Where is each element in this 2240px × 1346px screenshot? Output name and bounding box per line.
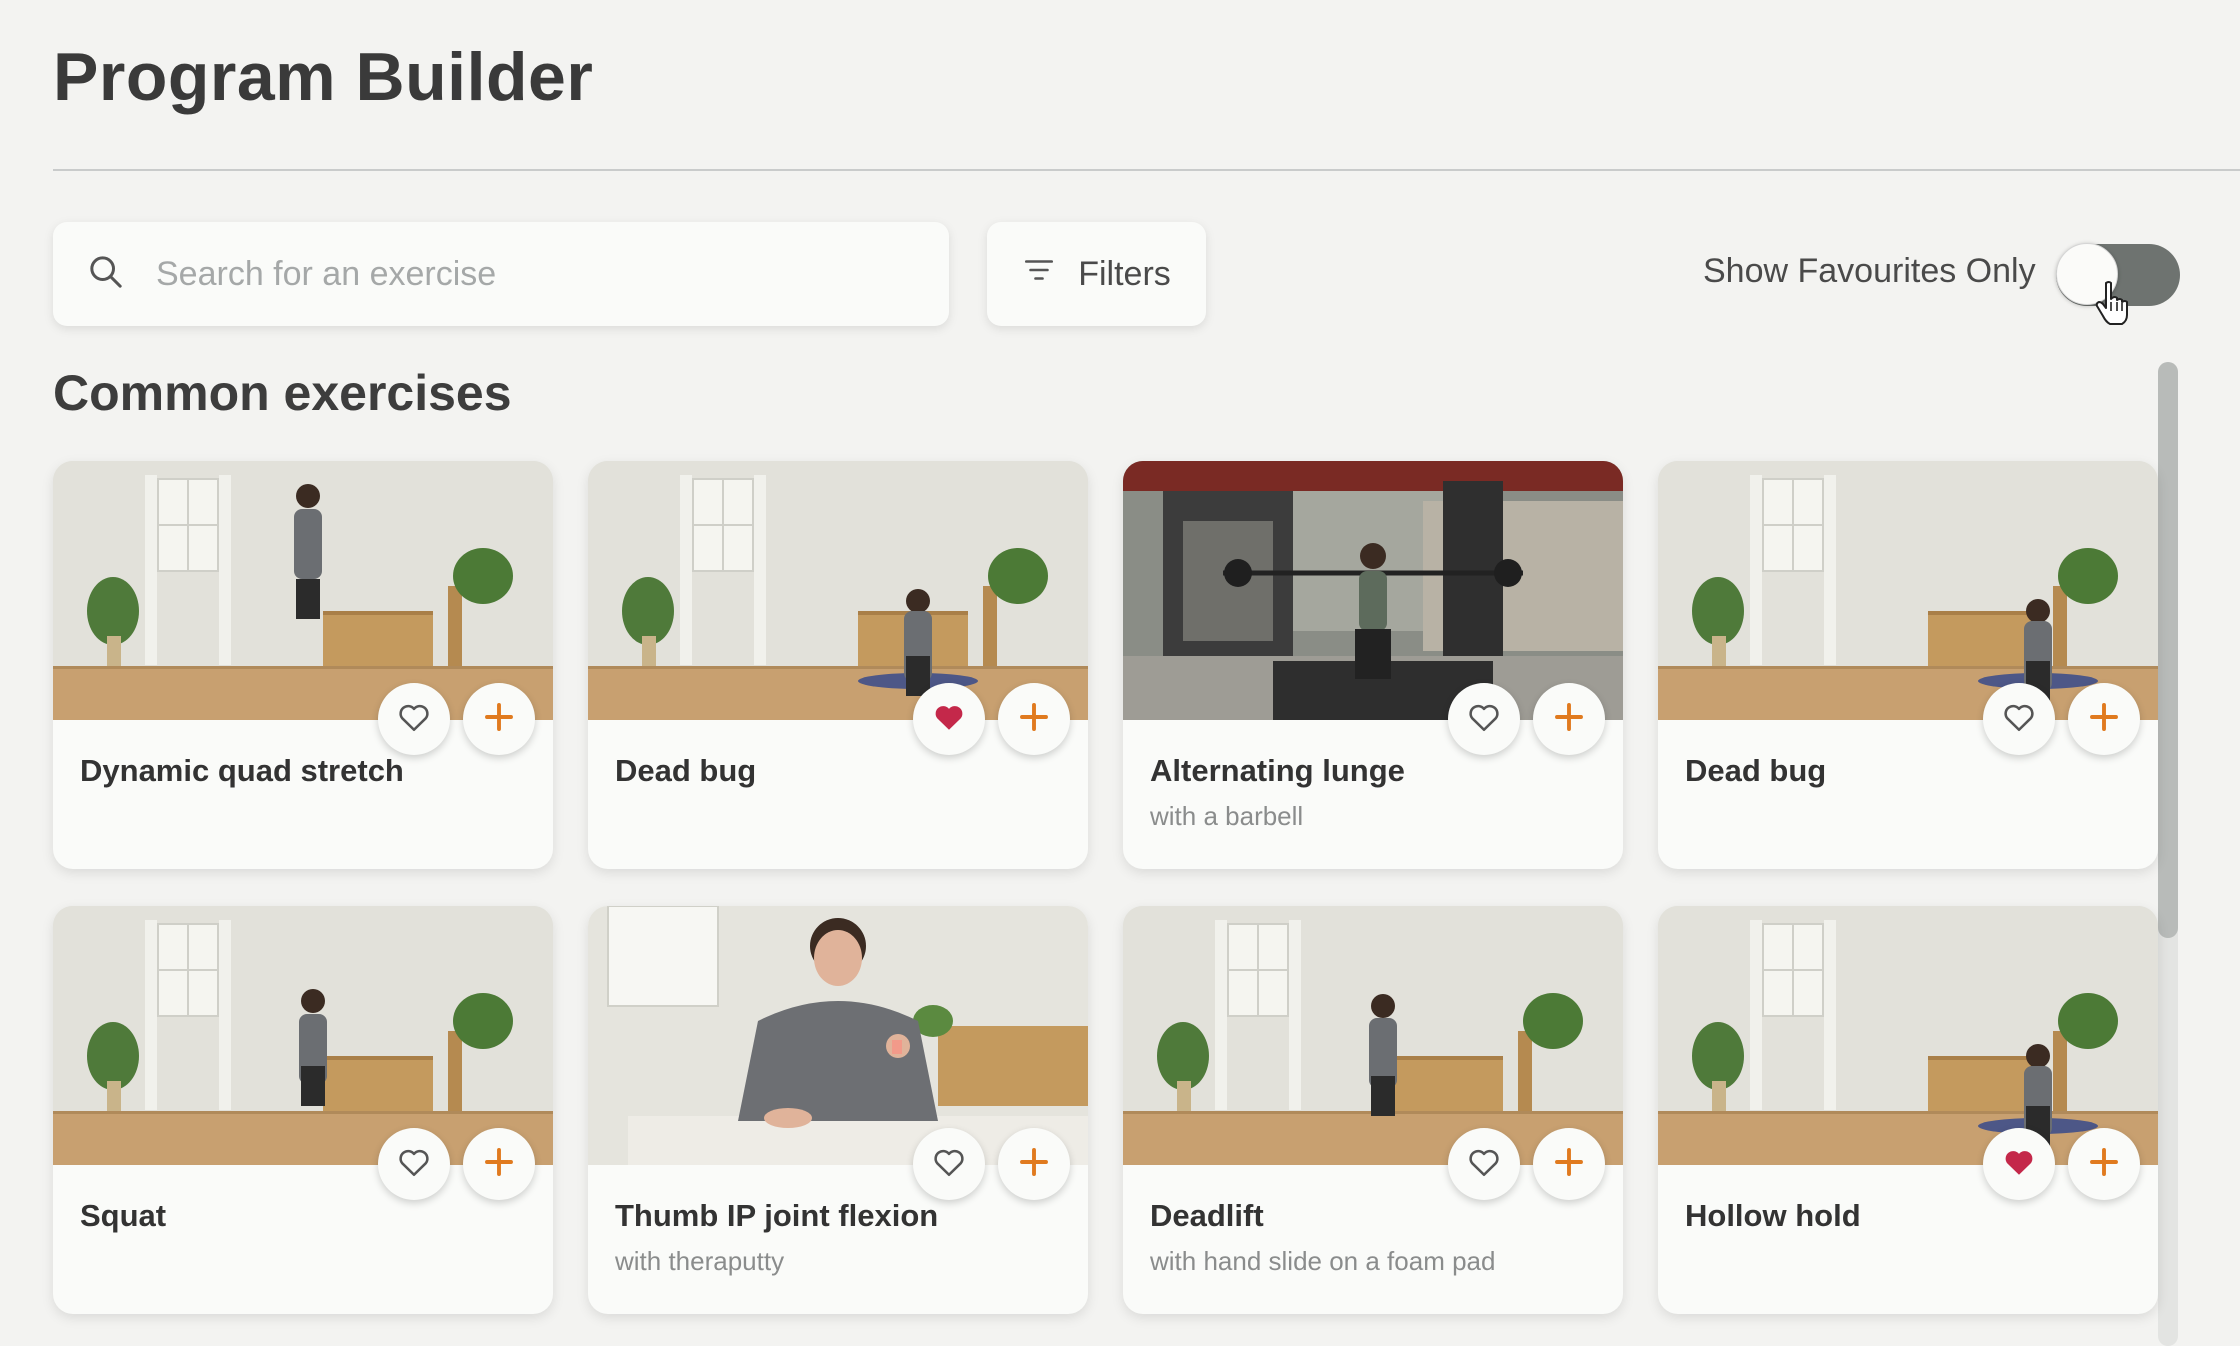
heart-icon [396, 699, 432, 740]
search-icon [86, 252, 126, 297]
heart-icon [2001, 699, 2037, 740]
filter-icon [1022, 253, 1078, 296]
heart-icon [2001, 1144, 2037, 1185]
plus-icon [2086, 699, 2122, 740]
add-exercise-button[interactable] [463, 683, 535, 755]
exercise-name: Dynamic quad stretch [80, 753, 404, 788]
section-title: Common exercises [53, 365, 512, 421]
favourite-button[interactable] [913, 683, 985, 755]
exercise-thumbnail[interactable] [1658, 461, 2158, 720]
heart-icon [1466, 699, 1502, 740]
exercise-thumbnail[interactable] [53, 461, 553, 720]
heart-icon [931, 1144, 967, 1185]
favourite-button[interactable] [1983, 683, 2055, 755]
exercise-thumbnail[interactable] [53, 906, 553, 1165]
favourite-button[interactable] [1983, 1128, 2055, 1200]
search-box[interactable] [53, 222, 949, 326]
favourite-button[interactable] [913, 1128, 985, 1200]
favourite-button[interactable] [1448, 1128, 1520, 1200]
hand-pointer-icon [2094, 280, 2132, 326]
add-exercise-button[interactable] [998, 1128, 1070, 1200]
add-exercise-button[interactable] [2068, 1128, 2140, 1200]
plus-icon [1016, 1144, 1052, 1185]
add-exercise-button[interactable] [1533, 1128, 1605, 1200]
exercise-thumbnail[interactable] [1123, 461, 1623, 720]
exercise-card[interactable]: Squat [53, 906, 553, 1314]
plus-icon [1016, 699, 1052, 740]
exercise-card[interactable]: Deadlift with hand slide on a foam pad [1123, 906, 1623, 1314]
exercise-name: Deadlift [1150, 1198, 1264, 1233]
exercise-name: Dead bug [615, 753, 757, 788]
plus-icon [2086, 1144, 2122, 1185]
plus-icon [481, 1144, 517, 1185]
exercise-name: Dead bug [1685, 753, 1827, 788]
plus-icon [1551, 1144, 1587, 1185]
title-divider [53, 169, 2240, 171]
exercise-thumbnail[interactable] [588, 461, 1088, 720]
favourites-toggle-label: Show Favourites Only [1703, 252, 2036, 290]
heart-icon [396, 1144, 432, 1185]
exercise-name: Hollow hold [1685, 1198, 1861, 1233]
add-exercise-button[interactable] [1533, 683, 1605, 755]
exercise-card[interactable]: Dynamic quad stretch [53, 461, 553, 869]
exercise-subtitle: with theraputty [615, 1246, 785, 1276]
scrollbar-thumb[interactable] [2158, 362, 2178, 938]
exercise-card[interactable]: Dead bug [1658, 461, 2158, 869]
favourite-button[interactable] [1448, 683, 1520, 755]
plus-icon [481, 699, 517, 740]
heart-icon [1466, 1144, 1502, 1185]
exercise-thumbnail[interactable] [1658, 906, 2158, 1165]
exercise-name: Squat [80, 1198, 167, 1233]
exercise-card[interactable]: Alternating lunge with a barbell [1123, 461, 1623, 869]
favourite-button[interactable] [378, 1128, 450, 1200]
exercise-thumbnail[interactable] [588, 906, 1088, 1165]
favourite-button[interactable] [378, 683, 450, 755]
add-exercise-button[interactable] [998, 683, 1070, 755]
add-exercise-button[interactable] [2068, 683, 2140, 755]
scrollbar[interactable] [2158, 362, 2178, 1346]
exercise-name: Alternating lunge [1150, 753, 1405, 788]
exercise-subtitle: with hand slide on a foam pad [1150, 1246, 1496, 1276]
filters-label: Filters [1078, 254, 1171, 293]
search-input[interactable] [154, 253, 918, 295]
filters-button[interactable]: Filters [987, 222, 1206, 326]
heart-icon [931, 699, 967, 740]
add-exercise-button[interactable] [463, 1128, 535, 1200]
program-builder-page: Program Builder Filters Show Favourites … [0, 0, 2240, 1346]
exercise-card[interactable]: Hollow hold [1658, 906, 2158, 1314]
plus-icon [1551, 699, 1587, 740]
exercise-card[interactable]: Dead bug [588, 461, 1088, 869]
exercise-card[interactable]: Thumb IP joint flexion with theraputty [588, 906, 1088, 1314]
page-title: Program Builder [53, 39, 594, 115]
exercise-name: Thumb IP joint flexion [615, 1198, 939, 1233]
exercise-thumbnail[interactable] [1123, 906, 1623, 1165]
exercise-subtitle: with a barbell [1150, 801, 1304, 831]
